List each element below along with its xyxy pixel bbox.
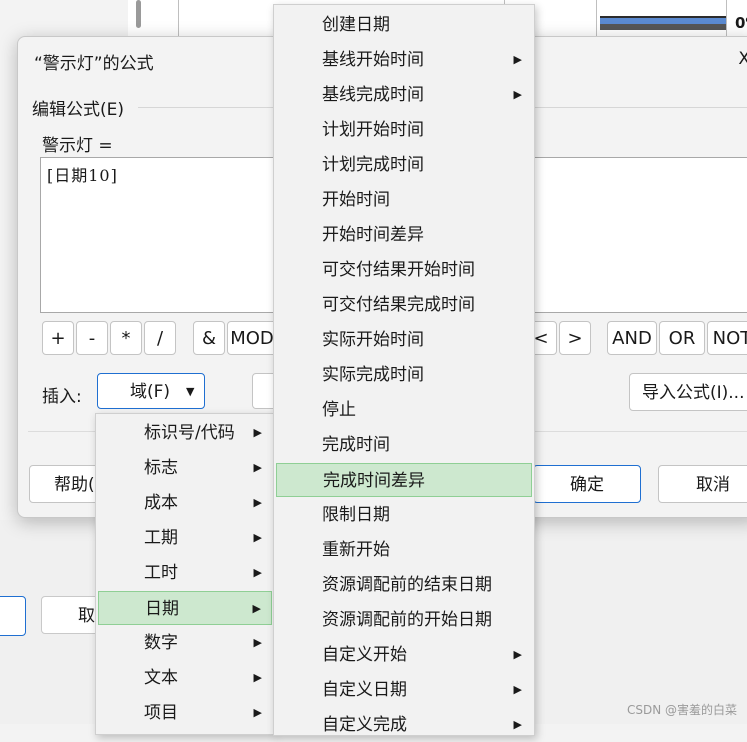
menu-item-baseline-finish[interactable]: 基线完成时间 ▶ xyxy=(274,78,534,112)
menu-item-scheduled-start[interactable]: 计划开始时间 xyxy=(274,113,534,147)
operator-plus-button[interactable]: + xyxy=(42,321,74,355)
operator-multiply-button[interactable]: * xyxy=(110,321,142,355)
gantt-progress-bar xyxy=(600,24,726,30)
background-scrollbar[interactable] xyxy=(136,0,141,28)
menu-item-number[interactable]: 数字 ▶ xyxy=(96,626,274,660)
menu-item-finish[interactable]: 完成时间 xyxy=(274,428,534,462)
menu-item-text[interactable]: 文本 ▶ xyxy=(96,661,274,695)
menu-item-project[interactable]: 项目 ▶ xyxy=(96,696,274,730)
triangle-right-icon: ▶ xyxy=(253,496,262,509)
triangle-right-icon: ▶ xyxy=(513,88,522,101)
triangle-right-icon: ▶ xyxy=(513,648,522,661)
triangle-right-icon: ▶ xyxy=(253,531,262,544)
dialog-title: “警示灯”的公式 xyxy=(34,54,154,74)
menu-item-cost[interactable]: 成本 ▶ xyxy=(96,486,274,520)
ok-button[interactable]: 确定 xyxy=(533,465,641,503)
menu-item-date[interactable]: 日期 ▶ xyxy=(98,591,272,625)
date-field-submenu: 创建日期 基线开始时间 ▶ 基线完成时间 ▶ 计划开始时间 计划完成时间 开始时间 … xyxy=(273,4,535,736)
operator-mod-button[interactable]: MOD xyxy=(227,321,277,355)
operator-divide-button[interactable]: / xyxy=(144,321,176,355)
menu-item-scheduled-finish[interactable]: 计划完成时间 xyxy=(274,148,534,182)
triangle-right-icon: ▶ xyxy=(513,683,522,696)
triangle-right-icon: ▶ xyxy=(253,671,262,684)
formula-text[interactable]: [日期10] xyxy=(47,162,118,186)
menu-item-resume[interactable]: 重新开始 xyxy=(274,533,534,567)
field-category-menu: 标识号/代码 ▶ 标志 ▶ 成本 ▶ 工期 ▶ 工时 ▶ 日期 ▶ 数字 ▶ 文本 ▶ 项目 ▶ xyxy=(95,413,275,735)
background-cancel-button[interactable]: 取 xyxy=(41,596,101,634)
gantt-percent: 0% xyxy=(735,14,747,32)
menu-item-custom-date[interactable]: 自定义日期 ▶ xyxy=(274,673,534,707)
triangle-right-icon: ▶ xyxy=(513,53,522,66)
menu-item-start[interactable]: 开始时间 xyxy=(274,183,534,217)
menu-item-actual-finish[interactable]: 实际完成时间 xyxy=(274,358,534,392)
edit-formula-label: 编辑公式(E) xyxy=(32,100,125,120)
menu-item-actual-start[interactable]: 实际开始时间 xyxy=(274,323,534,357)
menu-item-custom-finish[interactable]: 自定义完成 ▶ xyxy=(274,708,534,742)
close-icon[interactable]: X xyxy=(738,49,747,69)
operator-or-button[interactable]: OR xyxy=(659,321,705,355)
menu-item-created-date[interactable]: 创建日期 xyxy=(274,8,534,42)
caret-down-icon: ▼ xyxy=(186,385,195,398)
menu-item-preleveled-start[interactable]: 资源调配前的开始日期 xyxy=(274,603,534,637)
background-ok-button[interactable] xyxy=(0,596,26,636)
menu-item-deliverable-finish[interactable]: 可交付结果完成时间 xyxy=(274,288,534,322)
field-name-label: 警示灯 = xyxy=(42,136,113,156)
menu-item-constraint-date[interactable]: 限制日期 xyxy=(274,498,534,532)
operator-and-button[interactable]: AND xyxy=(607,321,657,355)
menu-item-deliverable-start[interactable]: 可交付结果开始时间 xyxy=(274,253,534,287)
triangle-right-icon: ▶ xyxy=(253,461,262,474)
insert-label: 插入: xyxy=(42,387,82,407)
triangle-right-icon: ▶ xyxy=(252,602,261,615)
menu-item-work[interactable]: 工时 ▶ xyxy=(96,556,274,590)
operator-minus-button[interactable]: - xyxy=(76,321,108,355)
menu-item-preleveled-finish[interactable]: 资源调配前的结束日期 xyxy=(274,568,534,602)
menu-item-stop[interactable]: 停止 xyxy=(274,393,534,427)
triangle-right-icon: ▶ xyxy=(253,636,262,649)
operator-concat-button[interactable]: & xyxy=(193,321,225,355)
cancel-button[interactable]: 取消 xyxy=(658,465,747,503)
watermark: CSDN @害羞的白菜 xyxy=(626,703,737,717)
menu-item-start-variance[interactable]: 开始时间差异 xyxy=(274,218,534,252)
triangle-right-icon: ▶ xyxy=(253,706,262,719)
triangle-right-icon: ▶ xyxy=(253,566,262,579)
menu-item-baseline-start[interactable]: 基线开始时间 ▶ xyxy=(274,43,534,77)
insert-field-label: 域(F) xyxy=(130,382,171,402)
operator-greater-than-button[interactable]: > xyxy=(559,321,591,355)
insert-field-button[interactable]: 域(F) ▼ xyxy=(97,373,205,409)
menu-item-custom-start[interactable]: 自定义开始 ▶ xyxy=(274,638,534,672)
menu-item-duration[interactable]: 工期 ▶ xyxy=(96,521,274,555)
triangle-right-icon: ▶ xyxy=(253,426,262,439)
menu-item-flag[interactable]: 标志 ▶ xyxy=(96,451,274,485)
import-formula-button[interactable]: 导入公式(I)... xyxy=(629,373,747,411)
triangle-right-icon: ▶ xyxy=(513,718,522,731)
menu-item-finish-variance[interactable]: 完成时间差异 xyxy=(276,463,532,497)
operator-not-button[interactable]: NOT xyxy=(707,321,747,355)
menu-item-id-code[interactable]: 标识号/代码 ▶ xyxy=(96,416,274,450)
